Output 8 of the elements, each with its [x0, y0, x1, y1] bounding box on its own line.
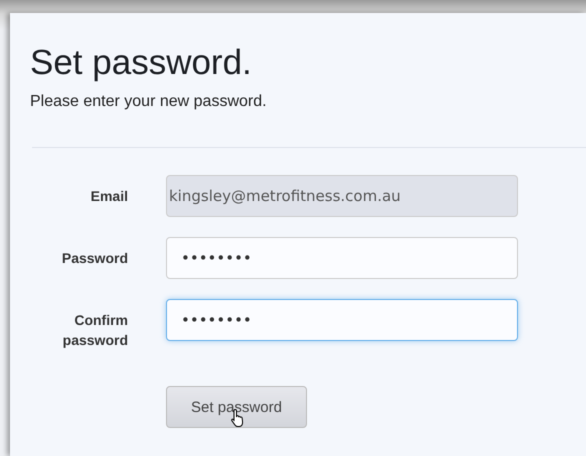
field-label: Password — [60, 249, 128, 268]
field-label: Email — [90, 187, 128, 206]
input-field[interactable]: •••••••• — [166, 299, 518, 341]
page-subtitle: Please enter your new password. — [30, 93, 268, 111]
input-field[interactable]: •••••••• — [166, 237, 518, 279]
field-label: Confirm password — [62, 311, 128, 350]
page-title: Set password. — [30, 43, 253, 83]
set-password-button[interactable]: Set password — [166, 386, 307, 428]
